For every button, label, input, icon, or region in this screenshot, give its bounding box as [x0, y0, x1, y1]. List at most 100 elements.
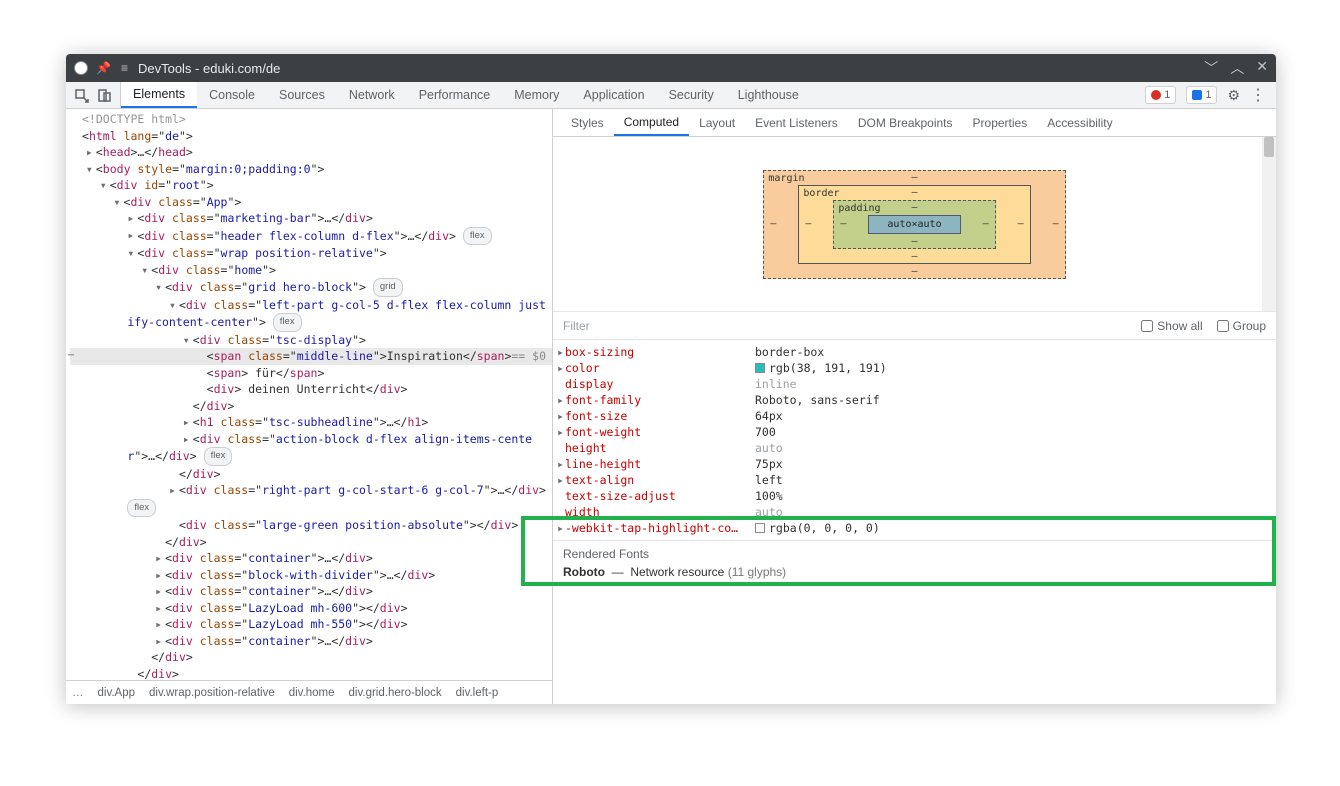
group-checkbox[interactable]: Group	[1217, 319, 1266, 333]
dom-line[interactable]: ▸<div class="LazyLoad mh-600"></div>	[70, 600, 552, 617]
subtab-accessibility[interactable]: Accessibility	[1037, 109, 1122, 136]
dom-line[interactable]: ▸<h1 class="tsc-subheadline">…</h1>	[70, 414, 552, 431]
dom-line[interactable]: <div class="large-green position-absolut…	[70, 517, 552, 534]
tab-sources[interactable]: Sources	[267, 82, 337, 108]
dom-line[interactable]: </div>	[70, 466, 552, 483]
dom-line[interactable]: ▸<div class="block-with-divider">…</div>	[70, 567, 552, 584]
dom-line[interactable]: ▾<body style="margin:0;padding:0">	[70, 161, 552, 178]
font-glyphs: (11 glyphs)	[728, 565, 786, 579]
computed-properties[interactable]: ▸box-sizingborder-box▸colorrgb(38, 191, …	[553, 340, 1276, 540]
computed-row[interactable]: ▸box-sizingborder-box	[553, 344, 1276, 360]
computed-row[interactable]: ▸colorrgb(38, 191, 191)	[553, 360, 1276, 376]
font-source: Network resource	[630, 565, 724, 579]
dom-line[interactable]: <span class="middle-line">Inspiration</s…	[70, 348, 552, 365]
dom-line[interactable]: ▸<head>…</head>	[70, 144, 552, 161]
computed-row[interactable]: ▸line-height75px	[553, 456, 1276, 472]
dom-line[interactable]: </div>	[70, 398, 552, 415]
errors-badge[interactable]: 1	[1145, 86, 1176, 104]
window-title: DevTools - eduki.com/de	[138, 61, 1204, 76]
dom-line[interactable]: ▸<div class="header flex-column d-flex">…	[70, 227, 552, 246]
rendered-fonts: Rendered Fonts Roboto — Network resource…	[553, 540, 1276, 591]
breadcrumb[interactable]: … div.App div.wrap.position-relative div.ho…	[66, 680, 552, 704]
dom-line[interactable]: ▾<div class="left-part g-col-5 d-flex fl…	[70, 297, 552, 332]
more-icon[interactable]: ⋮	[1250, 85, 1266, 105]
main-tabbar: ElementsConsoleSourcesNetworkPerformance…	[66, 82, 1276, 109]
dom-line[interactable]: ▸<div class="container">…</div>	[70, 550, 552, 567]
show-all-checkbox[interactable]: Show all	[1141, 319, 1202, 333]
subtab-properties[interactable]: Properties	[963, 109, 1038, 136]
issues-badge[interactable]: 1	[1186, 86, 1217, 104]
titlebar: 📌 ≡ DevTools - eduki.com/de ﹀ ︿ ✕	[66, 54, 1276, 82]
computed-row[interactable]: ▸font-familyRoboto, sans-serif	[553, 392, 1276, 408]
tab-performance[interactable]: Performance	[407, 82, 503, 108]
crumb-item[interactable]: div.grid.hero-block	[349, 687, 442, 699]
computed-row[interactable]: widthauto	[553, 504, 1276, 520]
computed-row[interactable]: ▸font-size64px	[553, 408, 1276, 424]
dom-line[interactable]: <!DOCTYPE html>	[70, 111, 552, 128]
crumb-item[interactable]: div.left-p	[456, 687, 499, 699]
tab-application[interactable]: Application	[571, 82, 656, 108]
scrollbar[interactable]	[1262, 137, 1276, 311]
dom-line[interactable]: ▾<div class="grid hero-block"> grid	[70, 278, 552, 297]
dom-line[interactable]: ▸<div class="LazyLoad mh-550"></div>	[70, 616, 552, 633]
chevrons-icon[interactable]: ≡	[121, 61, 128, 75]
font-name: Roboto	[563, 565, 605, 579]
device-icon[interactable]	[97, 88, 112, 103]
crumb-item[interactable]: div.App	[98, 687, 136, 699]
minimize-icon[interactable]: ﹀	[1204, 58, 1218, 78]
tab-lighthouse[interactable]: Lighthouse	[726, 82, 811, 108]
dom-line[interactable]: </div>	[70, 666, 552, 681]
dom-line[interactable]: ▾<div class="tsc-display">	[70, 332, 552, 349]
chrome-icon	[74, 61, 88, 75]
dom-tree[interactable]: <!DOCTYPE html> <html lang="de"> ▸<head>…	[66, 109, 552, 680]
computed-row[interactable]: displayinline	[553, 376, 1276, 392]
dom-line[interactable]: ▾<div id="root">	[70, 177, 552, 194]
dom-line[interactable]: <html lang="de">	[70, 128, 552, 145]
computed-row[interactable]: ▸-webkit-tap-highlight-co…rgba(0, 0, 0, …	[553, 520, 1276, 536]
tab-console[interactable]: Console	[197, 82, 267, 108]
dom-line[interactable]: <span> für</span>	[70, 365, 552, 382]
crumb-item[interactable]: div.wrap.position-relative	[149, 687, 275, 699]
tab-elements[interactable]: Elements	[121, 82, 197, 108]
filter-input[interactable]: Filter	[563, 319, 1127, 333]
inspect-icon[interactable]	[74, 88, 89, 103]
tab-network[interactable]: Network	[337, 82, 407, 108]
subtabs: StylesComputedLayoutEvent ListenersDOM B…	[553, 109, 1276, 137]
sidebar-pane: StylesComputedLayoutEvent ListenersDOM B…	[553, 109, 1276, 704]
dom-line[interactable]: </div>	[70, 649, 552, 666]
tab-security[interactable]: Security	[657, 82, 726, 108]
subtab-computed[interactable]: Computed	[614, 109, 689, 136]
dom-line[interactable]: ▾<div class="wrap position-relative">	[70, 245, 552, 262]
window-controls: ﹀ ︿ ✕	[1204, 58, 1268, 78]
pin-icon[interactable]: 📌	[96, 61, 111, 75]
elements-pane: <!DOCTYPE html> <html lang="de"> ▸<head>…	[66, 109, 553, 704]
subtab-dom-breakpoints[interactable]: DOM Breakpoints	[848, 109, 963, 136]
tab-memory[interactable]: Memory	[502, 82, 571, 108]
rendered-fonts-header: Rendered Fonts	[563, 547, 1266, 561]
dom-line[interactable]: ▸<div class="container">…</div>	[70, 633, 552, 650]
subtab-layout[interactable]: Layout	[689, 109, 745, 136]
dom-line[interactable]: ▸<div class="marketing-bar">…</div>	[70, 210, 552, 227]
dom-line[interactable]: </div>	[70, 534, 552, 551]
maximize-icon[interactable]: ︿	[1230, 58, 1244, 78]
main-tabs: ElementsConsoleSourcesNetworkPerformance…	[121, 82, 1135, 108]
dom-line[interactable]: ▸<div class="right-part g-col-start-6 g-…	[70, 482, 552, 517]
box-model-content: auto×auto	[868, 215, 960, 234]
dom-line[interactable]: ▾<div class="home">	[70, 262, 552, 279]
dom-line[interactable]: ▸<div class="action-block d-flex align-i…	[70, 431, 552, 466]
subtab-styles[interactable]: Styles	[561, 109, 614, 136]
dom-line[interactable]: <div> deinen Unterricht</div>	[70, 381, 552, 398]
computed-row[interactable]: ▸font-weight700	[553, 424, 1276, 440]
box-model[interactable]: margin – – – – border – – – – padding	[553, 137, 1276, 312]
gear-icon[interactable]: ⚙	[1227, 87, 1240, 104]
subtab-event-listeners[interactable]: Event Listeners	[745, 109, 848, 136]
dom-line[interactable]: ▾<div class="App">	[70, 194, 552, 211]
crumb-item[interactable]: div.home	[289, 687, 335, 699]
computed-row[interactable]: ▸text-alignleft	[553, 472, 1276, 488]
crumb-item[interactable]: …	[72, 687, 84, 699]
devtools-window: 📌 ≡ DevTools - eduki.com/de ﹀ ︿ ✕ Elemen…	[66, 54, 1276, 704]
computed-row[interactable]: text-size-adjust100%	[553, 488, 1276, 504]
close-icon[interactable]: ✕	[1256, 58, 1268, 78]
dom-line[interactable]: ▸<div class="container">…</div>	[70, 583, 552, 600]
computed-row[interactable]: heightauto	[553, 440, 1276, 456]
